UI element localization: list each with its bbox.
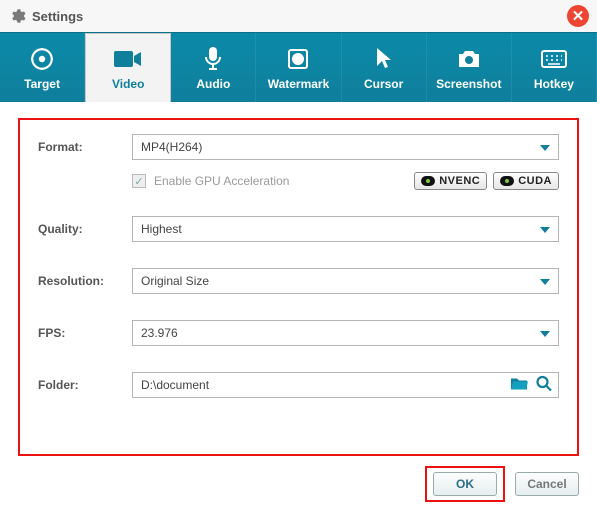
cuda-text: CUDA bbox=[518, 175, 552, 187]
nvidia-eye-icon bbox=[500, 176, 514, 186]
folder-actions bbox=[510, 376, 552, 395]
cursor-icon bbox=[374, 45, 394, 73]
folder-value: D:\document bbox=[141, 378, 209, 392]
tab-cursor[interactable]: Cursor bbox=[342, 33, 427, 102]
format-select[interactable]: MP4(H264) bbox=[132, 134, 559, 160]
tab-label: Target bbox=[24, 77, 60, 91]
titlebar-left: Settings bbox=[8, 7, 83, 25]
camera-icon bbox=[456, 45, 482, 73]
tab-video[interactable]: Video bbox=[85, 33, 171, 102]
format-value: MP4(H264) bbox=[141, 140, 202, 154]
tab-label: Audio bbox=[196, 77, 230, 91]
gpu-row: ✓ Enable GPU Acceleration NVENC CUDA bbox=[132, 172, 559, 190]
chevron-down-icon bbox=[540, 140, 550, 154]
titlebar: Settings ✕ bbox=[0, 0, 597, 32]
fps-select[interactable]: 23.976 bbox=[132, 320, 559, 346]
ok-button[interactable]: OK bbox=[433, 472, 497, 496]
nvenc-text: NVENC bbox=[439, 175, 480, 187]
fps-label: FPS: bbox=[38, 326, 116, 340]
tab-target[interactable]: Target bbox=[0, 33, 85, 102]
cuda-badge: CUDA bbox=[493, 172, 559, 190]
tab-audio[interactable]: Audio bbox=[171, 33, 256, 102]
chevron-down-icon bbox=[540, 326, 550, 340]
tab-screenshot[interactable]: Screenshot bbox=[427, 33, 512, 102]
tab-label: Watermark bbox=[268, 77, 330, 91]
chevron-down-icon bbox=[540, 274, 550, 288]
tab-watermark[interactable]: Watermark bbox=[256, 33, 341, 102]
tabbar: Target Video Audio Watermark Cursor Scre… bbox=[0, 32, 597, 102]
fps-row: FPS: 23.976 bbox=[38, 320, 559, 346]
close-button[interactable]: ✕ bbox=[567, 5, 589, 27]
nvenc-badge: NVENC bbox=[414, 172, 487, 190]
format-row: Format: MP4(H264) bbox=[38, 134, 559, 160]
microphone-icon bbox=[202, 45, 224, 73]
tab-label: Hotkey bbox=[534, 77, 574, 91]
gpu-badges: NVENC CUDA bbox=[414, 172, 559, 190]
browse-icon[interactable] bbox=[536, 376, 552, 395]
window-title: Settings bbox=[32, 9, 83, 24]
ok-highlight: OK bbox=[425, 466, 505, 502]
gear-icon bbox=[8, 7, 26, 25]
panel-wrap: Format: MP4(H264) ✓ Enable GPU Accelerat… bbox=[0, 102, 597, 466]
folder-field[interactable]: D:\document bbox=[132, 372, 559, 398]
fps-value: 23.976 bbox=[141, 326, 178, 340]
quality-value: Highest bbox=[141, 222, 182, 236]
video-icon bbox=[113, 45, 143, 73]
gpu-checkbox[interactable]: ✓ bbox=[132, 174, 146, 188]
open-folder-icon[interactable] bbox=[510, 377, 528, 394]
tab-label: Video bbox=[112, 77, 144, 91]
nvidia-eye-icon bbox=[421, 176, 435, 186]
video-settings-panel: Format: MP4(H264) ✓ Enable GPU Accelerat… bbox=[18, 118, 579, 456]
tab-label: Screenshot bbox=[436, 77, 501, 91]
tab-label: Cursor bbox=[364, 77, 403, 91]
watermark-icon bbox=[286, 45, 310, 73]
resolution-label: Resolution: bbox=[38, 274, 116, 288]
footer: OK Cancel bbox=[0, 466, 597, 514]
folder-row: Folder: D:\document bbox=[38, 372, 559, 398]
quality-select[interactable]: Highest bbox=[132, 216, 559, 242]
tab-hotkey[interactable]: Hotkey bbox=[512, 33, 597, 102]
resolution-select[interactable]: Original Size bbox=[132, 268, 559, 294]
quality-row: Quality: Highest bbox=[38, 216, 559, 242]
resolution-row: Resolution: Original Size bbox=[38, 268, 559, 294]
keyboard-icon bbox=[540, 45, 568, 73]
gpu-checkbox-label: Enable GPU Acceleration bbox=[154, 174, 289, 188]
target-icon bbox=[29, 45, 55, 73]
format-label: Format: bbox=[38, 140, 116, 154]
quality-label: Quality: bbox=[38, 222, 116, 236]
cancel-button[interactable]: Cancel bbox=[515, 472, 579, 496]
folder-label: Folder: bbox=[38, 378, 116, 392]
resolution-value: Original Size bbox=[141, 274, 209, 288]
chevron-down-icon bbox=[540, 222, 550, 236]
